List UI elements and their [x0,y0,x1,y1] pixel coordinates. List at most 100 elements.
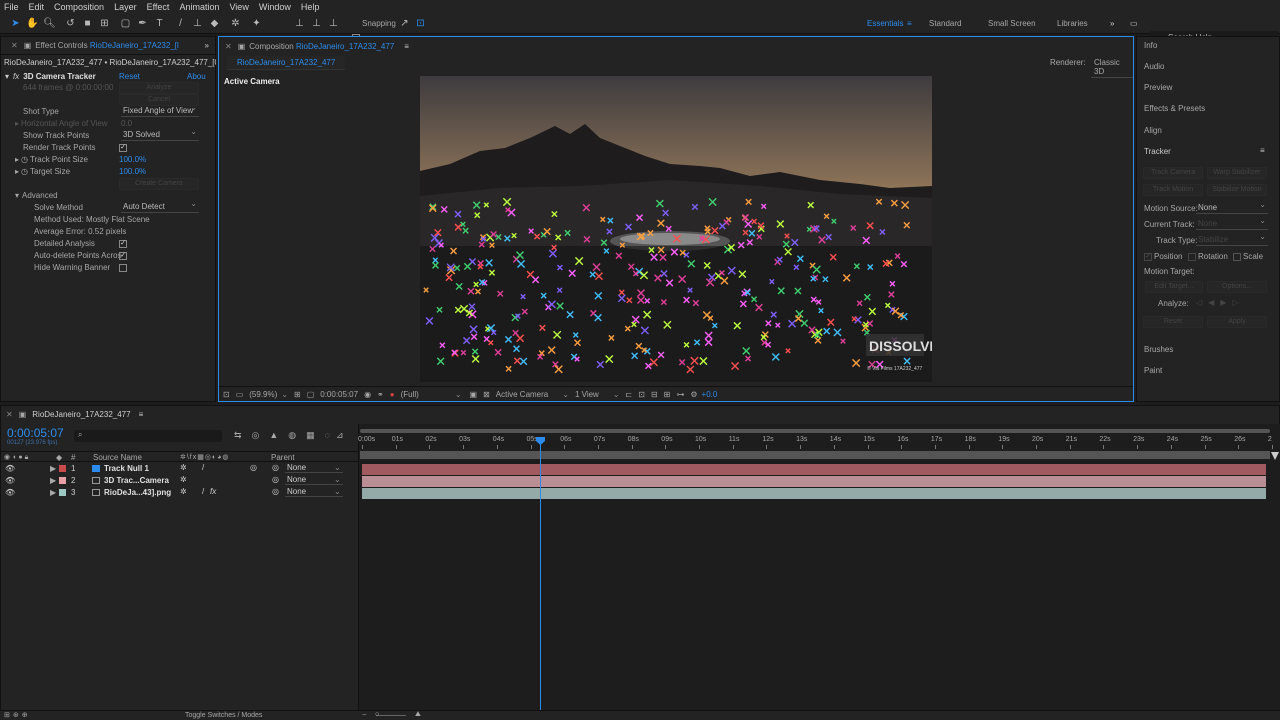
zoom-in-icon[interactable]: ⛰ [415,711,421,719]
composition-tab[interactable]: ✕ ▣ Composition RioDeJaneiro_17A232_477 … [219,37,1133,55]
auto-delete-checkbox[interactable]: ✓ [119,252,127,260]
views-dropdown[interactable]: 1 View [575,390,599,399]
tracker-panel-tab[interactable]: Tracker [1144,147,1171,156]
visibility-eye-icon[interactable]: 👁︎ [5,476,15,485]
current-time[interactable]: 0:00:05:07 [7,426,64,440]
render-track-points-checkbox[interactable]: ✓ [119,144,127,152]
layer-name[interactable]: Track Null 1 [104,464,149,473]
analyze-button[interactable]: Analyze [119,82,199,94]
options-button[interactable]: Options... [1207,281,1267,293]
align-panel-tab[interactable]: Align [1144,126,1162,135]
selection-tool-icon[interactable]: ➤ [9,17,22,30]
shy-switch-icon[interactable]: ✲ [180,487,187,496]
pen-tool-icon[interactable]: ✒ [136,17,149,30]
puppet-tool-icon[interactable]: ✦ [250,17,263,30]
visibility-eye-icon[interactable]: 👁︎ [5,488,15,497]
detailed-analysis-checkbox[interactable]: ✓ [119,240,127,248]
show-track-points-dropdown[interactable]: 3D Solved [121,127,199,141]
tracker-menu-icon[interactable]: ≡ [1260,146,1265,155]
menu-view[interactable]: View [229,2,248,12]
3d-layer-icon[interactable]: ◎ [250,463,257,472]
tracker-apply-button[interactable]: Apply [1207,316,1267,328]
comp-viewer[interactable]: DISSOLVE © Via Films 17A232_477 [420,76,932,382]
timeline-switches-icons[interactable]: ⇆◎▲◍▦◌ [234,430,340,441]
camera-tool-icon[interactable]: ■ [81,17,94,30]
menu-window[interactable]: Window [259,2,291,12]
shy-switch-icon[interactable]: ✲ [180,463,187,472]
resolution-dropdown[interactable]: (Full) [401,390,419,399]
column-parent[interactable]: Parent [271,453,295,462]
viewer-timecode[interactable]: 0:00:05:07 [320,390,358,399]
close-icon[interactable]: ✕ [225,42,232,51]
workspace-menu-icon[interactable]: ≡ [907,19,912,28]
lock-icon[interactable]: ▣ [238,42,246,51]
layer-search-input[interactable]: ⌕ [74,430,222,442]
fast-preview-icon[interactable]: ⊟ [651,390,658,399]
layer-duration-bar[interactable] [362,488,1266,499]
info-panel-tab[interactable]: Info [1144,41,1157,50]
lock-icon[interactable]: ▣ [24,41,32,50]
eraser-tool-icon[interactable]: ◆ [208,17,221,30]
track-camera-button[interactable]: Track Camera [1143,167,1203,179]
visibility-eye-icon[interactable]: 👁︎ [5,464,15,473]
stopwatch-icon[interactable]: ◷ [21,155,28,164]
column-source-name[interactable]: Source Name [93,453,142,462]
warp-stabilizer-button[interactable]: Warp Stabilizer [1207,167,1267,179]
rotate-tool-icon[interactable]: ↺ [64,17,77,30]
audio-panel-tab[interactable]: Audio [1144,62,1164,71]
always-preview-icon[interactable]: ⊡ [223,390,230,399]
zoom-slider[interactable] [376,715,406,716]
expand-triangle-icon[interactable]: ▶ [50,476,56,485]
expand-triangle-icon[interactable]: ▾ [5,72,9,81]
hide-warning-checkbox[interactable] [119,264,127,272]
transparency-grid-icon[interactable]: ⊠ [483,390,490,399]
layer-name[interactable]: RioDeJa...43].png [104,488,171,497]
pickwhip-icon[interactable]: ◎ [272,475,279,484]
stabilize-motion-button[interactable]: Stabilize Motion [1207,184,1267,196]
about-link[interactable]: Abou [187,72,206,81]
zoom-dropdown[interactable]: (59.9%) [249,390,277,399]
view-dropdown[interactable]: Active Camera [496,390,548,399]
renderer-value[interactable]: Classic 3D [1091,57,1133,78]
label-color-swatch[interactable] [59,489,66,496]
channel-icon[interactable]: ● [390,390,395,399]
type-tool-icon[interactable]: T [153,17,166,30]
footer-icons[interactable]: ⊞⊛⊕ [4,711,31,719]
menu-effect[interactable]: Effect [147,2,170,12]
show-snapshot-icon[interactable]: ⚭ [377,390,384,399]
position-checkbox[interactable]: ✓ [1144,253,1152,261]
rotation-checkbox[interactable] [1188,253,1196,261]
clone-stamp-tool-icon[interactable]: ⊥ [191,17,204,30]
effect-controls-tab[interactable]: ✕ ▣ Effect Controls RioDeJaneiro_17A232_… [1,37,215,55]
tracker-reset-button[interactable]: Reset [1143,316,1203,328]
pan-behind-tool-icon[interactable]: ⊞ [98,17,111,30]
region-of-interest-icon[interactable]: ▣ [470,390,478,399]
paint-panel-tab[interactable]: Paint [1144,366,1162,375]
layer-duration-bar[interactable] [362,464,1266,475]
edit-target-button[interactable]: Edit Target... [1145,281,1203,293]
layer-row[interactable]: 👁︎ ▶ 3 RioDeJa...43].png ✲ / fx ◎ None ⌄ [0,487,358,499]
playhead-line[interactable] [540,440,541,720]
timeline-icon[interactable]: ⊞ [664,390,671,399]
exposure-value[interactable]: +0.0 [702,390,718,399]
local-axis-icon[interactable]: ⊥ [293,17,306,30]
current-track-dropdown[interactable]: None [1196,216,1268,230]
fit-icon[interactable]: ⊞ [294,390,301,399]
workspace-essentials[interactable]: Essentials [867,19,903,28]
fx-icon[interactable]: fx [13,72,19,81]
scale-checkbox[interactable] [1233,253,1241,261]
layer-duration-bar[interactable] [362,476,1266,487]
brushes-panel-tab[interactable]: Brushes [1144,345,1173,354]
layer-row[interactable]: 👁︎ ▶ 1 Track Null 1 ✲ / ◎ ◎ None ⌄ [0,463,358,475]
hand-tool-icon[interactable]: ✋ [26,17,39,30]
layer-name[interactable]: 3D Trac...Camera [104,476,169,485]
menu-file[interactable]: File [4,2,19,12]
flowchart-icon[interactable]: ⊶ [676,390,684,399]
quality-switch-icon[interactable]: / [202,463,204,472]
menu-animation[interactable]: Animation [179,2,219,12]
snap-grid-icon[interactable]: ⊡ [414,17,427,30]
panel-overflow-icon[interactable]: » [205,41,209,50]
shot-type-dropdown[interactable]: Fixed Angle of View [121,103,199,117]
graph-editor-icon[interactable]: ⊿ [336,430,344,441]
label-color-swatch[interactable] [59,465,66,472]
